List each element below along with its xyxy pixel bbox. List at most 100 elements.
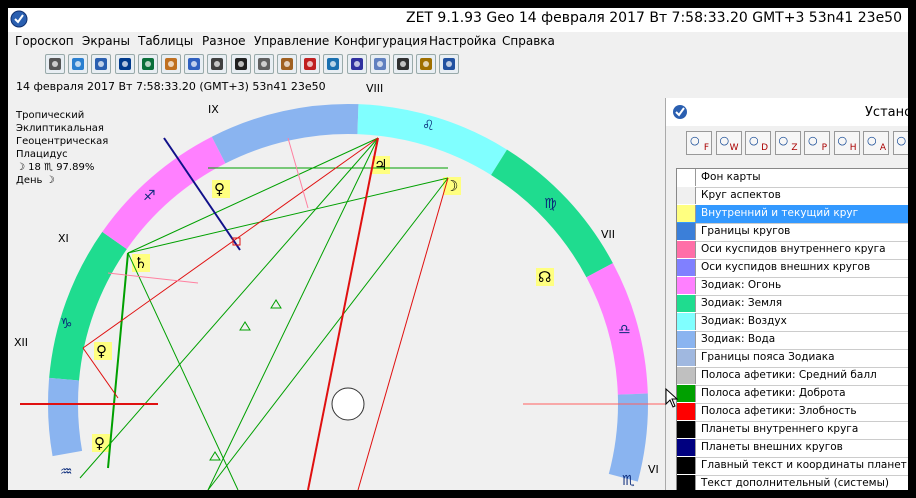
color-setting-row[interactable]: Границы пояса Зодиака xyxy=(677,349,908,368)
panel-tool-f[interactable]: F ○ xyxy=(686,131,712,155)
panel-tool-d[interactable]: D ○ xyxy=(745,131,771,155)
aspect-marker xyxy=(209,451,221,461)
planet-glyph[interactable]: ♃ xyxy=(374,156,387,174)
color-setting-label: Зодиак: Земля xyxy=(701,297,783,309)
cusp-line xyxy=(287,137,309,209)
color-setting-row[interactable]: Зодиак: Воздух xyxy=(677,313,908,332)
menu-help[interactable]: Справка xyxy=(502,34,555,48)
color-setting-row[interactable]: Полоса афетики: Средний балл xyxy=(677,367,908,386)
color-swatch[interactable] xyxy=(677,349,696,366)
color-swatch[interactable] xyxy=(677,421,696,438)
color-swatch[interactable] xyxy=(677,439,696,456)
planet-symbol-icon: ○ xyxy=(867,134,877,147)
planet-glyph[interactable]: ♀ xyxy=(214,180,225,198)
color-settings-list[interactable]: Фон карты Круг аспектов Внутренний и текущ… xyxy=(676,168,908,490)
circle-chart-icon[interactable] xyxy=(91,54,112,74)
menu-settings[interactable]: Настройка xyxy=(429,34,496,48)
panel-tool-p[interactable]: P ○ xyxy=(804,131,830,155)
panel-tool-h[interactable]: H ○ xyxy=(833,131,860,155)
planet-glyph[interactable]: ☊ xyxy=(538,268,551,286)
color-setting-row[interactable]: Зодиак: Огонь xyxy=(677,277,908,296)
horoscope-chart[interactable]: ♌ ♍ ♐ ♑ ♒ ♎ ♏ VIII IX XI XII VII VI ♀ ♃ ♄ ☽ ☊ ♀ ♀ xyxy=(8,78,665,490)
menu-tables[interactable]: Таблицы xyxy=(138,34,193,48)
color-swatch[interactable] xyxy=(677,205,696,222)
panel-tool-s[interactable]: S○ xyxy=(892,131,908,155)
constellation-icon[interactable] xyxy=(137,54,158,74)
color-swatch[interactable] xyxy=(677,385,696,402)
color-setting-row[interactable]: Полоса афетики: Доброта xyxy=(677,385,908,404)
phone-icon[interactable] xyxy=(207,54,228,74)
color-swatch[interactable] xyxy=(677,457,696,474)
percent-icon[interactable] xyxy=(393,54,413,74)
color-setting-label: Текст дополнительный (системы) xyxy=(701,477,889,489)
aspect-line xyxy=(357,177,449,490)
mosaic-icon[interactable] xyxy=(277,54,297,74)
color-setting-row[interactable]: Границы кругов xyxy=(677,223,908,242)
menu-control[interactable]: Управление xyxy=(254,34,329,48)
planet-glyph[interactable]: ♀ xyxy=(96,342,107,360)
bar-chart-icon[interactable] xyxy=(439,54,460,74)
panel-tool-z[interactable]: Z ○ xyxy=(774,131,801,155)
color-setting-row[interactable]: Зодиак: Земля xyxy=(677,295,908,314)
cusp-line xyxy=(107,272,199,284)
menu-horoscope[interactable]: Гороскоп xyxy=(15,34,74,48)
people-icon[interactable] xyxy=(416,54,437,74)
color-setting-label: Границы кругов xyxy=(701,225,791,237)
color-setting-row[interactable]: Фон карты xyxy=(677,169,908,188)
compass-icon[interactable] xyxy=(323,54,344,74)
moon-icon[interactable] xyxy=(346,54,367,74)
planet-glyph[interactable]: ♀ xyxy=(94,434,105,452)
list-icon[interactable] xyxy=(253,54,274,74)
panel-toolbar: F○W○D○Z○P○H○A○S○ xyxy=(666,126,908,158)
color-swatch[interactable] xyxy=(677,187,696,204)
panel-tool-a[interactable]: A ○ xyxy=(863,131,889,155)
color-setting-row[interactable]: Круг аспектов xyxy=(677,187,908,206)
zodiac-ring: ♌♍♐♑♒♎♏VIIIIXXIXIIVIIVI♀♃♄☽☊♀♀ xyxy=(14,82,659,489)
color-swatch[interactable] xyxy=(677,403,696,420)
zodiac-sign-segment xyxy=(48,377,83,457)
panel-tool-label: P xyxy=(821,143,827,153)
calendar-icon[interactable] xyxy=(300,54,321,74)
color-setting-label: Полоса афетики: Злобность xyxy=(701,405,857,417)
panel-tool-w[interactable]: W ○ xyxy=(715,131,742,155)
color-setting-row[interactable]: Главный текст и координаты планет внутр xyxy=(677,457,908,476)
zodiac-sign-segment xyxy=(608,393,648,482)
ring-icon[interactable] xyxy=(369,54,390,74)
color-swatch[interactable] xyxy=(677,277,696,294)
planet-symbol-icon: ○ xyxy=(896,134,907,147)
color-swatch[interactable] xyxy=(677,241,696,258)
color-setting-row[interactable]: Планеты внутреннего круга xyxy=(677,421,908,440)
color-swatch[interactable] xyxy=(677,475,696,490)
color-setting-row[interactable]: Текст дополнительный (системы) xyxy=(677,475,908,490)
menu-configuration[interactable]: Конфигурация xyxy=(334,34,427,48)
menu-screens[interactable]: Экраны xyxy=(82,34,130,48)
menu-misc[interactable]: Разное xyxy=(202,34,246,48)
color-setting-row[interactable]: Полоса афетики: Злобность xyxy=(677,403,908,422)
info-placidus: Плацидус xyxy=(16,149,68,160)
aspect-marker xyxy=(270,299,282,309)
color-swatch[interactable] xyxy=(677,331,696,348)
grid-icon[interactable] xyxy=(45,54,65,74)
toolbar xyxy=(8,52,908,78)
color-setting-row[interactable]: Зодиак: Вода xyxy=(677,331,908,350)
color-swatch[interactable] xyxy=(677,313,696,330)
color-swatch[interactable] xyxy=(677,259,696,276)
table-icon[interactable] xyxy=(230,54,251,74)
color-setting-row[interactable]: Планеты внешних кругов xyxy=(677,439,908,458)
app-logo-icon xyxy=(10,10,28,28)
color-setting-row[interactable]: Оси куспидов внешних кругов xyxy=(677,259,908,278)
color-swatch[interactable] xyxy=(677,223,696,240)
color-setting-row[interactable]: Оси куспидов внутреннего круга xyxy=(677,241,908,260)
color-setting-row[interactable]: Внутренний и текущий круг xyxy=(677,205,908,224)
color-swatch[interactable] xyxy=(677,295,696,312)
globe-icon[interactable] xyxy=(68,54,89,74)
color-swatch[interactable] xyxy=(677,367,696,384)
info-tropical: Тропический xyxy=(16,110,85,121)
aspect-line xyxy=(107,252,129,469)
g-icon[interactable] xyxy=(184,54,205,74)
color-map-icon[interactable] xyxy=(161,54,181,74)
star-map-icon[interactable] xyxy=(114,54,135,74)
panel-title: Устано xyxy=(865,105,908,120)
color-swatch[interactable] xyxy=(677,169,696,186)
zodiac-sign-glyph: ♌ xyxy=(422,118,435,134)
